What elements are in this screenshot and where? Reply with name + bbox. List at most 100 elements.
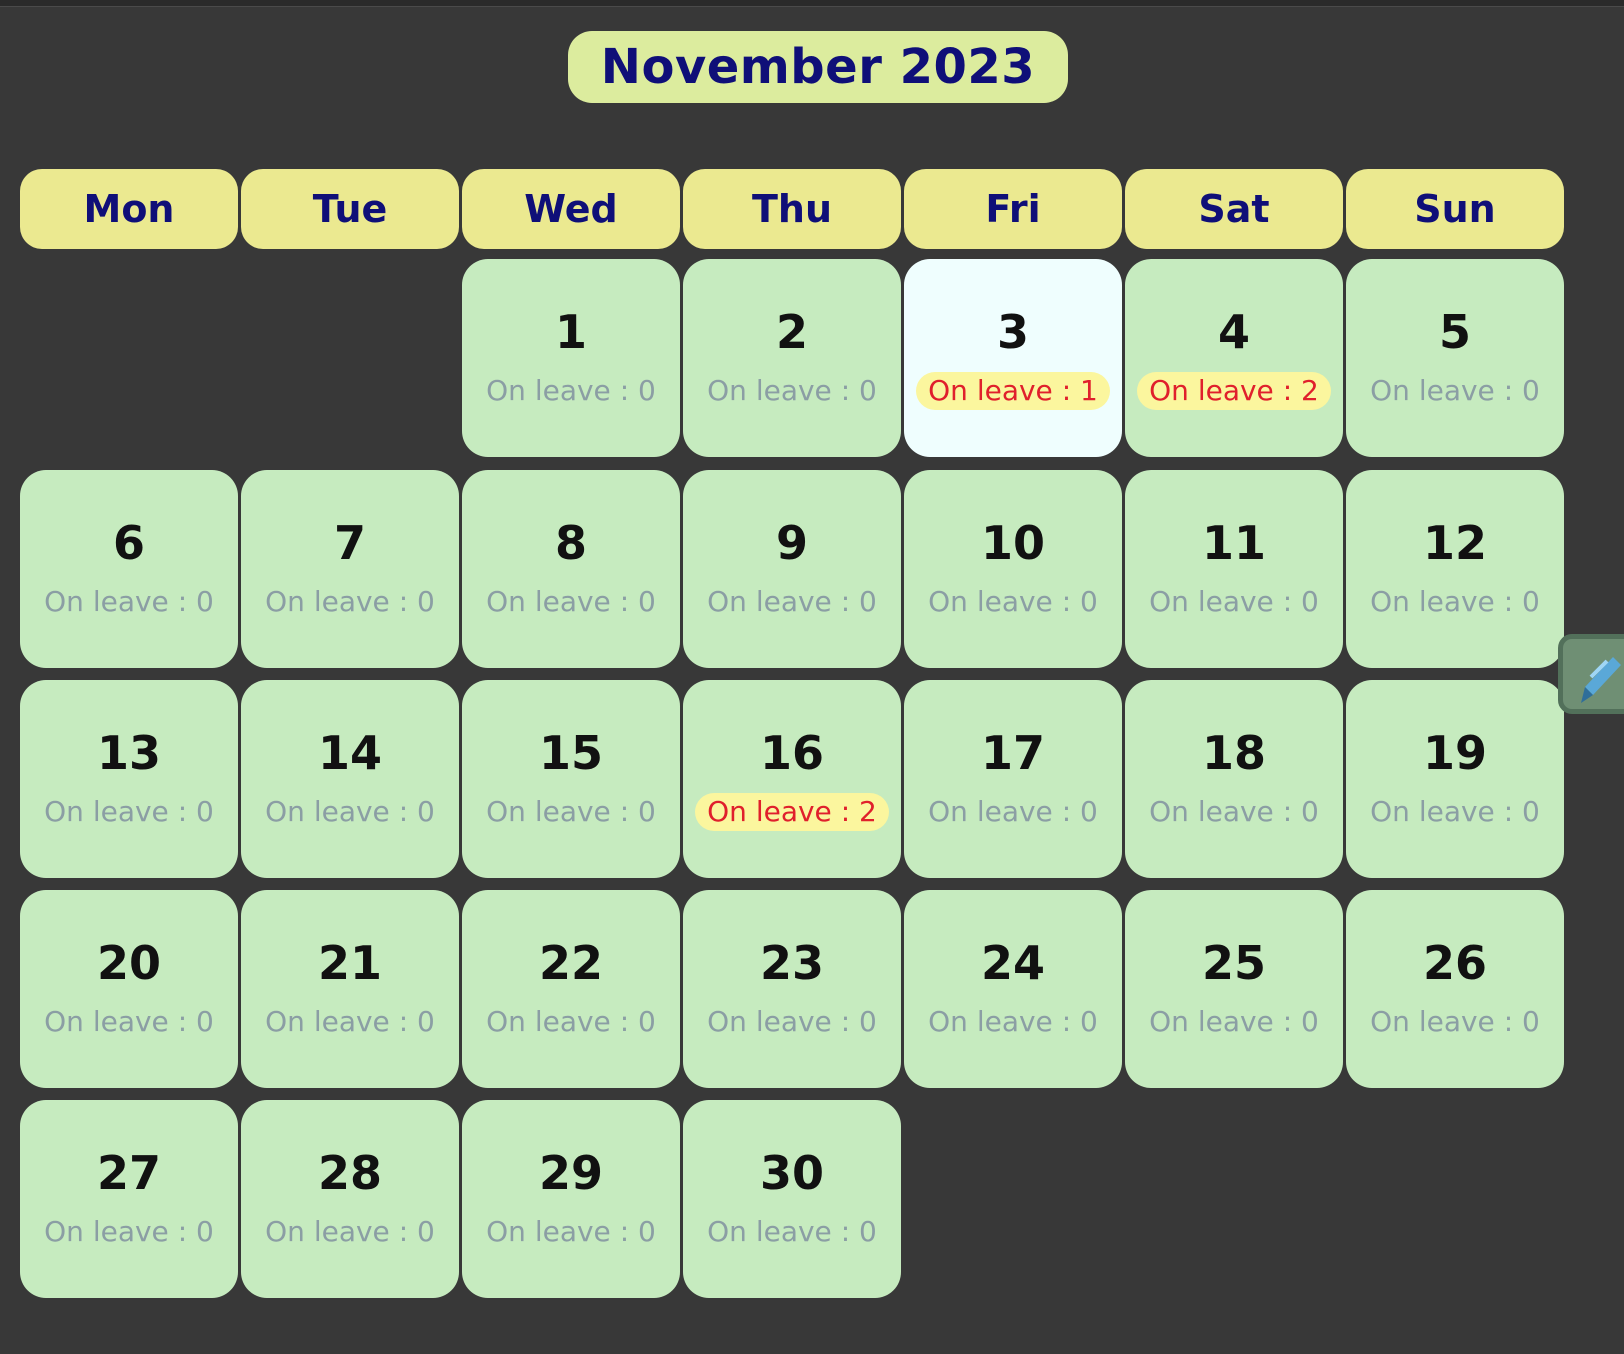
day-cell[interactable]: 25 On leave : 0	[1125, 890, 1343, 1088]
leave-count-row: On leave : 0	[904, 793, 1122, 831]
leave-count-row: On leave : 0	[241, 793, 459, 831]
day-number: 19	[1422, 726, 1487, 780]
day-cell[interactable]: 7 On leave : 0	[241, 470, 459, 668]
leave-count-text: On leave : 0	[486, 1005, 656, 1038]
leave-count-row: On leave : 0	[462, 372, 680, 410]
day-number: 9	[775, 516, 808, 570]
day-number: 25	[1201, 936, 1266, 990]
day-cell[interactable]: 13 On leave : 0	[20, 680, 238, 878]
leave-count-text: On leave : 0	[928, 795, 1098, 828]
leave-count-row: On leave : 0	[1346, 1003, 1564, 1041]
day-cell[interactable]: 14 On leave : 0	[241, 680, 459, 878]
day-cell[interactable]: 27 On leave : 0	[20, 1100, 238, 1298]
day-cell[interactable]: 15 On leave : 0	[462, 680, 680, 878]
day-cell[interactable]: 21 On leave : 0	[241, 890, 459, 1088]
day-number: 13	[96, 726, 161, 780]
leave-count-row: On leave : 0	[462, 793, 680, 831]
leave-count-row: On leave : 0	[1125, 583, 1343, 621]
leave-count-row: On leave : 0	[683, 583, 901, 621]
day-cell[interactable]: 8 On leave : 0	[462, 470, 680, 668]
leave-count-text: On leave : 0	[265, 585, 435, 618]
leave-count-text: On leave : 0	[1149, 795, 1319, 828]
leave-count-text: On leave : 0	[928, 1005, 1098, 1038]
leave-count-text: On leave : 0	[486, 795, 656, 828]
leave-count-row: On leave : 0	[20, 1003, 238, 1041]
side-edit-handle[interactable]	[1558, 634, 1624, 714]
leave-count-row: On leave : 0	[20, 793, 238, 831]
day-cell[interactable]: 29 On leave : 0	[462, 1100, 680, 1298]
day-cell[interactable]: 1 On leave : 0	[462, 259, 680, 457]
day-cell[interactable]: 3 On leave : 1	[904, 259, 1122, 457]
leave-count-row: On leave : 2	[1125, 372, 1343, 410]
day-number: 10	[980, 516, 1045, 570]
day-cell[interactable]: 18 On leave : 0	[1125, 680, 1343, 878]
leave-count-text: On leave : 0	[1149, 585, 1319, 618]
leave-count-row: On leave : 0	[241, 583, 459, 621]
day-cell[interactable]: 22 On leave : 0	[462, 890, 680, 1088]
leave-count-text: On leave : 0	[1370, 585, 1540, 618]
leave-count-row: On leave : 0	[20, 583, 238, 621]
weekday-header-tue: Tue	[241, 169, 459, 249]
day-number: 6	[112, 516, 145, 570]
leave-count-text: On leave : 0	[44, 585, 214, 618]
leave-count-text: On leave : 0	[265, 1005, 435, 1038]
leave-count-row: On leave : 0	[904, 583, 1122, 621]
month-title: November 2023	[568, 31, 1068, 103]
day-cell[interactable]: 19 On leave : 0	[1346, 680, 1564, 878]
day-cell[interactable]: 4 On leave : 2	[1125, 259, 1343, 457]
weekday-header-thu: Thu	[683, 169, 901, 249]
leave-count-text: On leave : 0	[928, 585, 1098, 618]
day-cell[interactable]: 12 On leave : 0	[1346, 470, 1564, 668]
leave-count-text: On leave : 0	[44, 1215, 214, 1248]
leave-count-badge: On leave : 2	[1137, 372, 1331, 410]
leave-count-text: On leave : 0	[707, 1005, 877, 1038]
day-number: 29	[538, 1146, 603, 1200]
day-cell[interactable]: 6 On leave : 0	[20, 470, 238, 668]
leave-count-text: On leave : 0	[707, 1215, 877, 1248]
day-number: 4	[1217, 305, 1250, 359]
day-cell[interactable]: 5 On leave : 0	[1346, 259, 1564, 457]
day-cell[interactable]: 11 On leave : 0	[1125, 470, 1343, 668]
day-cell[interactable]: 20 On leave : 0	[20, 890, 238, 1088]
day-cell[interactable]: 30 On leave : 0	[683, 1100, 901, 1298]
day-number: 24	[980, 936, 1045, 990]
leave-count-row: On leave : 0	[683, 1213, 901, 1251]
day-cell[interactable]: 17 On leave : 0	[904, 680, 1122, 878]
leave-count-text: On leave : 0	[1370, 795, 1540, 828]
day-cell[interactable]: 26 On leave : 0	[1346, 890, 1564, 1088]
day-cell[interactable]: 24 On leave : 0	[904, 890, 1122, 1088]
leave-count-row: On leave : 1	[904, 372, 1122, 410]
leave-count-text: On leave : 0	[44, 795, 214, 828]
day-cell[interactable]: 23 On leave : 0	[683, 890, 901, 1088]
day-number: 7	[333, 516, 366, 570]
leave-count-row: On leave : 0	[1346, 793, 1564, 831]
day-number: 30	[759, 1146, 824, 1200]
day-number: 14	[317, 726, 382, 780]
leave-count-row: On leave : 0	[462, 1003, 680, 1041]
leave-count-text: On leave : 0	[1149, 1005, 1319, 1038]
day-cell[interactable]: 9 On leave : 0	[683, 470, 901, 668]
day-number: 20	[96, 936, 161, 990]
leave-count-text: On leave : 0	[707, 585, 877, 618]
leave-count-badge: On leave : 2	[695, 793, 889, 831]
day-cell[interactable]: 28 On leave : 0	[241, 1100, 459, 1298]
leave-count-text: On leave : 0	[265, 1215, 435, 1248]
day-number: 26	[1422, 936, 1487, 990]
leave-count-text: On leave : 0	[486, 1215, 656, 1248]
day-cell[interactable]: 2 On leave : 0	[683, 259, 901, 457]
day-cell[interactable]: 10 On leave : 0	[904, 470, 1122, 668]
weekday-header-wed: Wed	[462, 169, 680, 249]
day-number: 17	[980, 726, 1045, 780]
leave-count-row: On leave : 0	[20, 1213, 238, 1251]
leave-count-row: On leave : 0	[1125, 793, 1343, 831]
day-number: 21	[317, 936, 382, 990]
day-number: 18	[1201, 726, 1266, 780]
leave-count-text: On leave : 0	[707, 374, 877, 407]
leave-count-text: On leave : 0	[1370, 374, 1540, 407]
leave-count-row: On leave : 0	[462, 1213, 680, 1251]
day-number: 16	[759, 726, 824, 780]
day-cell[interactable]: 16 On leave : 2	[683, 680, 901, 878]
leave-count-text: On leave : 0	[486, 374, 656, 407]
window-top-border	[0, 0, 1624, 7]
pencil-icon	[1581, 657, 1621, 703]
